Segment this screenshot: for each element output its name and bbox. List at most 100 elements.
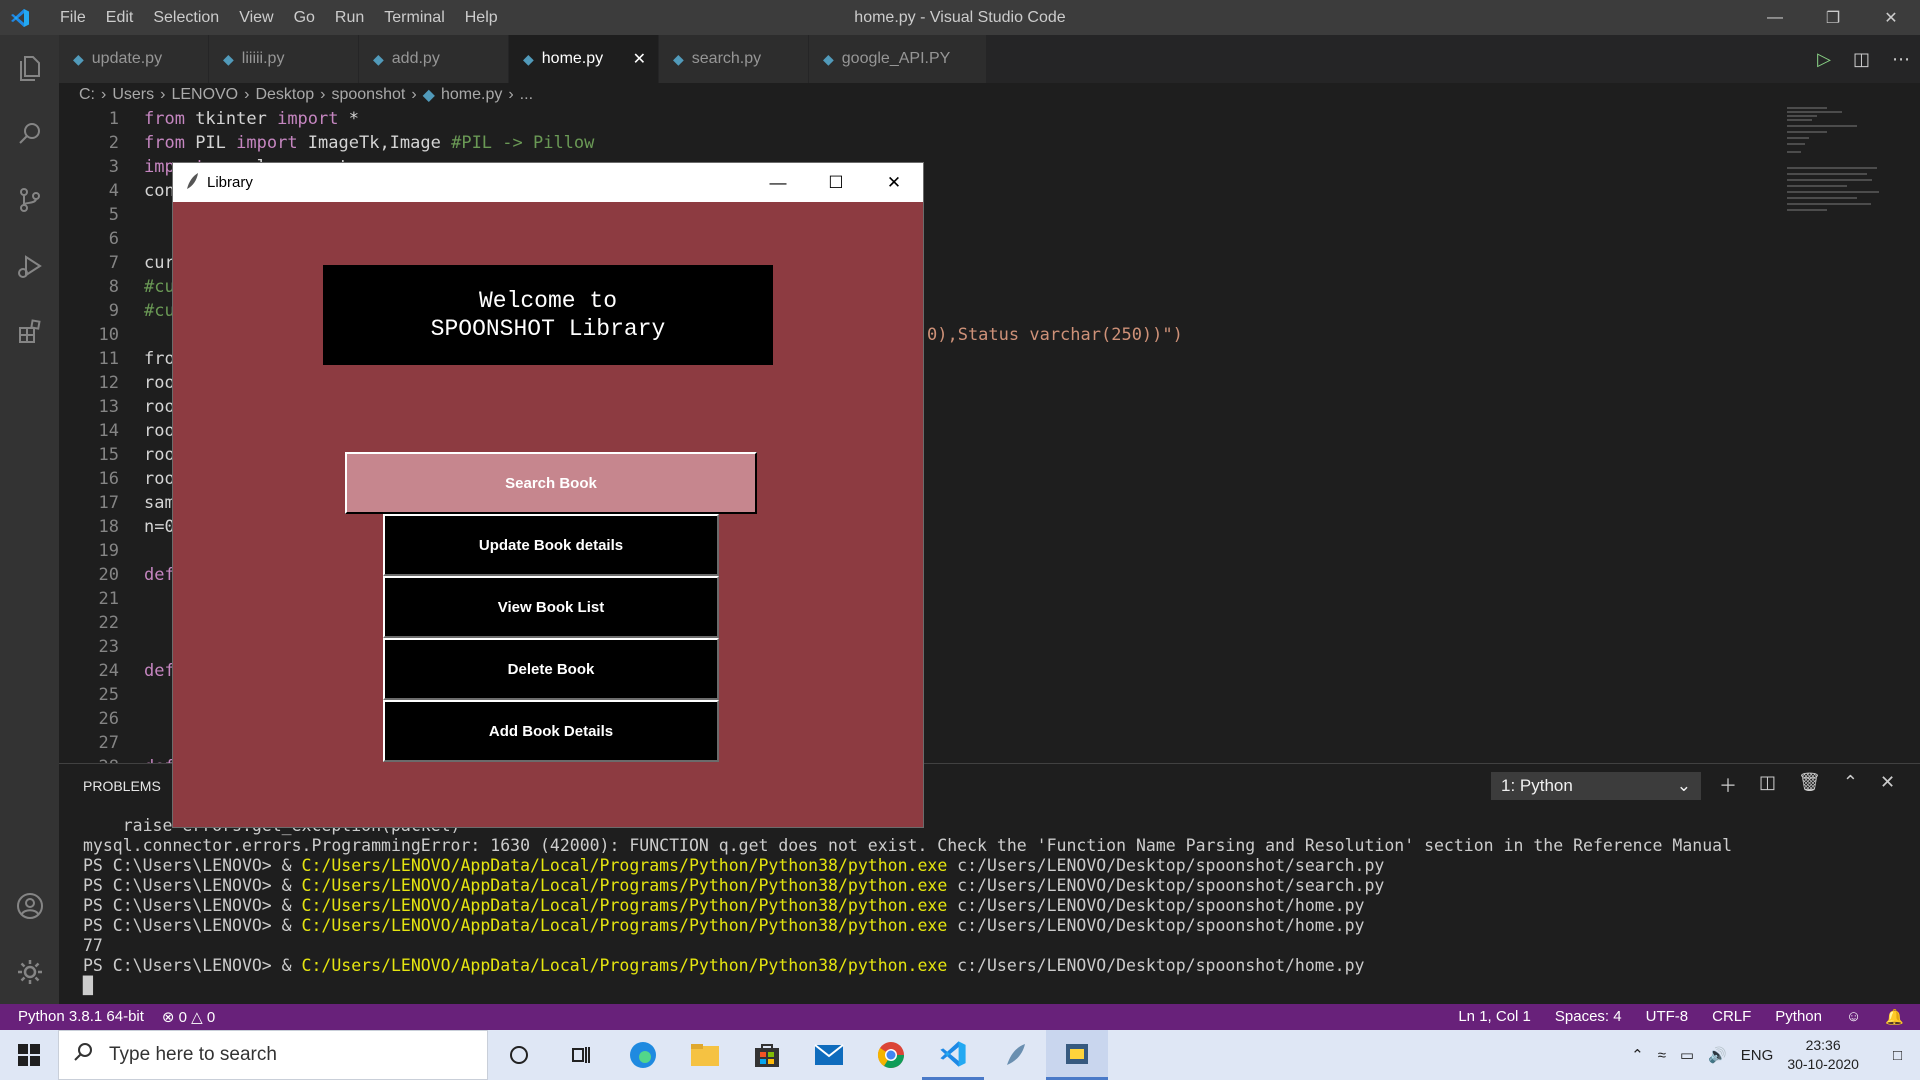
language-mode[interactable]: Python <box>1775 1008 1822 1026</box>
library-minimize-button[interactable]: — <box>749 163 807 202</box>
close-panel-icon[interactable]: ✕ <box>1880 772 1895 798</box>
library-maximize-button[interactable]: ☐ <box>807 163 865 202</box>
menu-go[interactable]: Go <box>284 0 325 35</box>
system-tray: ⌃ ≈ ▭ 🔊 ENG 23:36 30-10-2020 □ <box>1631 1030 1920 1080</box>
chevron-up-icon[interactable]: ⌃ <box>1631 1046 1644 1064</box>
terminal-text: PS C:\Users\LENOVO> & <box>83 876 302 895</box>
wifi-icon[interactable]: ≈ <box>1658 1047 1666 1064</box>
new-terminal-icon[interactable]: ＋ <box>1719 772 1737 798</box>
tab-problems[interactable]: PROBLEMS <box>83 778 161 794</box>
taskbar-search-box[interactable]: Type here to search <box>58 1030 488 1080</box>
menu-terminal[interactable]: Terminal <box>374 0 454 35</box>
notification-center-icon[interactable]: □ <box>1893 1047 1902 1064</box>
problems-count[interactable]: ⊗ 0 △ 0 <box>162 1008 215 1026</box>
accounts-icon[interactable] <box>0 873 59 939</box>
python-interpreter[interactable]: Python 3.8.1 64-bit <box>18 1008 144 1026</box>
edge-browser-icon[interactable] <box>612 1030 674 1080</box>
chrome-icon[interactable] <box>860 1030 922 1080</box>
terminal-text: C:/Users/LENOVO/AppData/Local/Programs/P… <box>301 916 948 935</box>
close-tab-icon[interactable]: ✕ <box>633 49 646 69</box>
library-window-titlebar[interactable]: Library — ☐ ✕ <box>173 163 923 202</box>
file-explorer-icon[interactable] <box>674 1030 736 1080</box>
search-icon[interactable] <box>0 101 59 167</box>
add-book-details-button[interactable]: Add Book Details <box>383 700 719 762</box>
code-text: def <box>144 755 175 763</box>
store-icon[interactable] <box>736 1030 798 1080</box>
tk-feather-icon[interactable] <box>984 1030 1046 1080</box>
windows-start-icon[interactable] <box>0 1030 58 1080</box>
menu-selection[interactable]: Selection <box>143 0 229 35</box>
breadcrumb-item[interactable]: Users <box>112 86 154 104</box>
volume-icon[interactable]: 🔊 <box>1708 1046 1727 1064</box>
notifications-bell-icon[interactable]: 🔔 <box>1885 1008 1904 1026</box>
extensions-icon[interactable] <box>0 299 59 365</box>
tab-add-py[interactable]: ◆ add.py <box>359 35 509 83</box>
view-book-list-button[interactable]: View Book List <box>383 576 719 638</box>
menu-file[interactable]: File <box>50 0 96 35</box>
python-file-icon: ◆ <box>523 50 534 67</box>
code-text: cur <box>144 253 175 273</box>
tab-liiiii-py[interactable]: ◆ liiiii.py <box>209 35 359 83</box>
encoding[interactable]: UTF-8 <box>1646 1008 1689 1026</box>
delete-book-button[interactable]: Delete Book <box>383 638 719 700</box>
tk-feather-icon <box>185 172 199 194</box>
chevron-down-icon: ⌄ <box>1676 776 1691 795</box>
run-file-icon[interactable]: ▷ <box>1817 49 1831 70</box>
terminal-text: c:/Users/LENOVO/Desktop/spoonshot/home.p… <box>947 956 1365 975</box>
tab-google-api-py[interactable]: ◆ google_API.PY <box>809 35 987 83</box>
python-taskbar-icon[interactable] <box>1046 1030 1108 1080</box>
explorer-icon[interactable] <box>0 35 59 101</box>
cursor-position[interactable]: Ln 1, Col 1 <box>1458 1008 1531 1026</box>
breadcrumb-item[interactable]: home.py <box>441 86 502 104</box>
cortana-icon[interactable] <box>488 1030 550 1080</box>
terminal-select[interactable]: 1: Python ⌄ <box>1491 772 1701 800</box>
trash-icon[interactable]: 🗑 <box>1798 772 1821 798</box>
chevron-up-icon[interactable]: ⌃ <box>1843 772 1858 798</box>
breadcrumb-item[interactable]: LENOVO <box>171 86 238 104</box>
end-of-line[interactable]: CRLF <box>1712 1008 1751 1026</box>
source-control-icon[interactable] <box>0 167 59 233</box>
menu-help[interactable]: Help <box>455 0 508 35</box>
line-number: 3 <box>108 157 119 177</box>
tab-home-py[interactable]: ◆ home.py ✕ <box>509 35 659 83</box>
battery-icon[interactable]: ▭ <box>1680 1046 1694 1064</box>
update-book-details-button[interactable]: Update Book details <box>383 514 719 576</box>
input-language[interactable]: ENG <box>1741 1047 1774 1064</box>
breadcrumb-item[interactable]: Desktop <box>255 86 314 104</box>
restore-button[interactable]: ❐ <box>1804 0 1862 35</box>
code-text: roo <box>144 469 175 489</box>
terminal-output[interactable]: raise errors.get_exception(packet)mysql.… <box>83 816 1732 996</box>
library-close-button[interactable]: ✕ <box>865 163 923 202</box>
close-button[interactable]: ✕ <box>1862 0 1920 35</box>
library-app-window: Library — ☐ ✕ Welcome to SPOONSHOT Libra… <box>173 163 923 827</box>
indentation[interactable]: Spaces: 4 <box>1555 1008 1622 1026</box>
breadcrumb-item[interactable]: ... <box>520 86 533 104</box>
task-view-icon[interactable] <box>550 1030 612 1080</box>
split-terminal-icon[interactable]: ◫ <box>1759 772 1776 798</box>
tab-update-py[interactable]: ◆ update.py <box>59 35 209 83</box>
terminal-line: PS C:\Users\LENOVO> & C:/Users/LENOVO/Ap… <box>83 916 1732 936</box>
minimap-line <box>1787 209 1827 211</box>
menu-view[interactable]: View <box>229 0 283 35</box>
terminal-text: c:/Users/LENOVO/Desktop/spoonshot/search… <box>947 856 1385 875</box>
search-book-button[interactable]: Search Book <box>345 452 757 514</box>
breadcrumb: C: › Users › LENOVO › Desktop › spoonshot › ◆… <box>59 83 1920 107</box>
menu-edit[interactable]: Edit <box>96 0 144 35</box>
mail-icon[interactable] <box>798 1030 860 1080</box>
minimap[interactable] <box>1787 107 1907 763</box>
feedback-icon[interactable]: ☺ <box>1846 1008 1861 1026</box>
split-editor-icon[interactable]: ◫ <box>1853 49 1870 70</box>
minimize-button[interactable]: — <box>1746 0 1804 35</box>
clock[interactable]: 23:36 30-10-2020 <box>1787 1036 1859 1074</box>
more-actions-icon[interactable]: ⋯ <box>1892 49 1910 70</box>
menu-run[interactable]: Run <box>325 0 374 35</box>
breadcrumb-item[interactable]: C: <box>79 86 95 104</box>
line-number: 20 <box>98 565 119 585</box>
tab-search-py[interactable]: ◆ search.py <box>659 35 809 83</box>
vscode-taskbar-icon[interactable] <box>922 1030 984 1080</box>
code-text: roo <box>144 397 175 417</box>
settings-gear-icon[interactable] <box>0 939 59 1005</box>
run-debug-icon[interactable] <box>0 233 59 299</box>
terminal-text: C:/Users/LENOVO/AppData/Local/Programs/P… <box>301 876 948 895</box>
breadcrumb-item[interactable]: spoonshot <box>331 86 405 104</box>
